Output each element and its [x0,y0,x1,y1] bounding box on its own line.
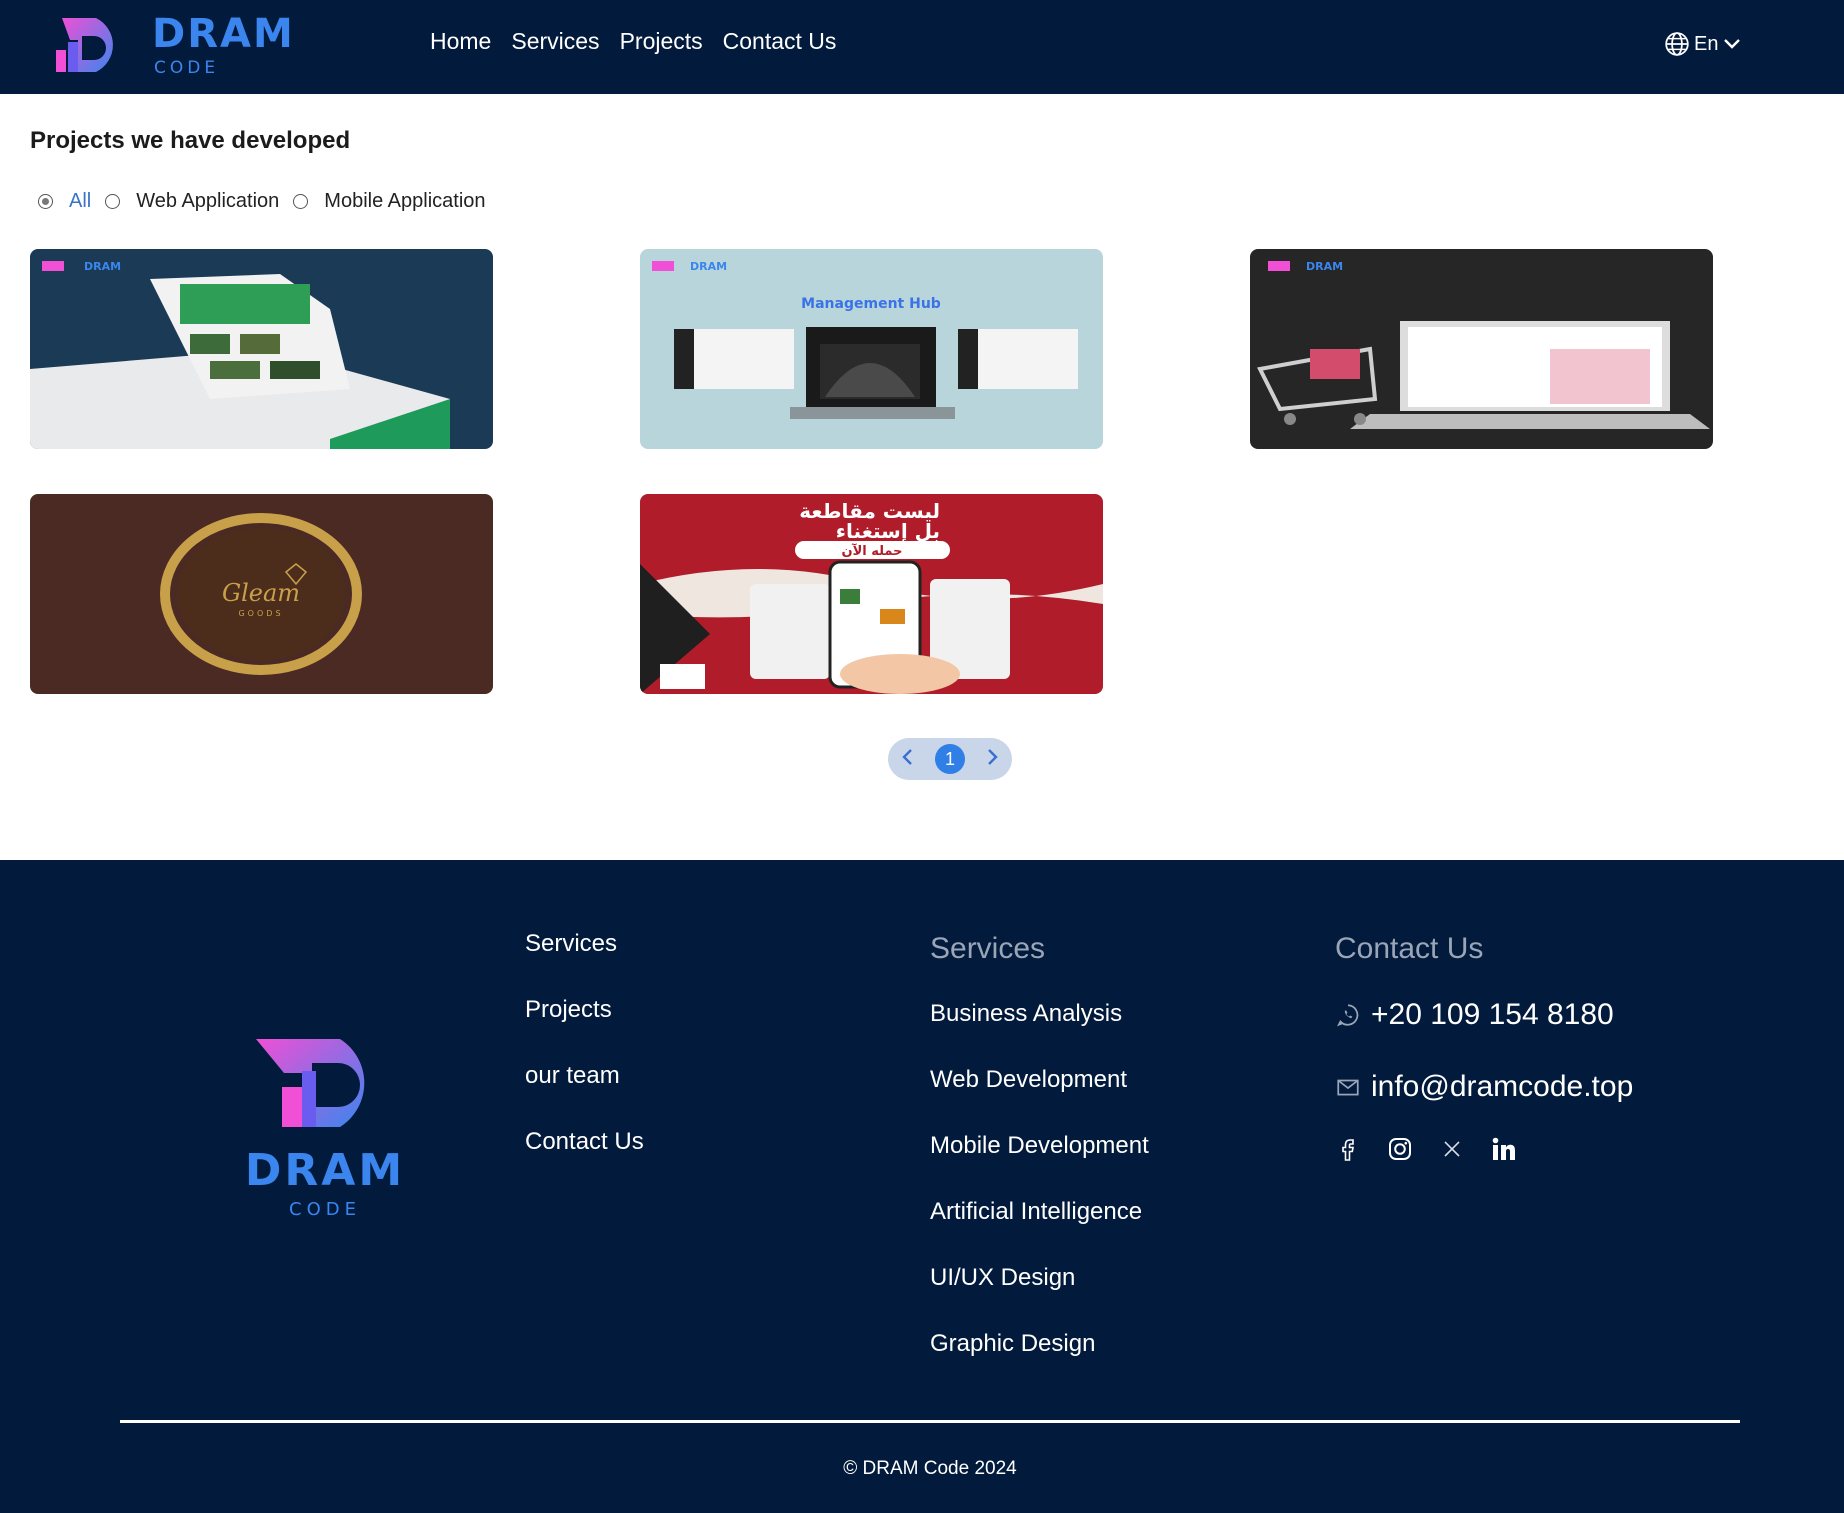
card2-banner-text: Management Hub [801,296,941,312]
filter-mobile-label: Mobile Application [324,190,486,212]
card4-logo-subtext: GOODS [238,609,283,618]
footer-contact: Contact Us +20 109 154 8180 info@dramcod… [1335,932,1633,1162]
service-mobile-development[interactable]: Mobile Development [930,1132,1149,1160]
contact-phone[interactable]: +20 109 154 8180 [1335,998,1633,1032]
footer-link-projects[interactable]: Projects [525,996,644,1024]
social-links [1335,1136,1633,1162]
filter-web-application[interactable]: Web Application [105,190,279,213]
chevron-right-icon[interactable] [984,747,1000,771]
footer-contact-heading: Contact Us [1335,932,1484,965]
service-ui-ux-design[interactable]: UI/UX Design [930,1264,1149,1292]
nav-projects[interactable]: Projects [620,28,703,55]
dramcode-logo-mark [56,18,113,72]
card3-banner-text: DRAM [1306,260,1343,273]
pagination: 1 [888,738,1012,780]
card5-headline-2: بل إستغناء [836,519,940,543]
project-image-football: DRAM [30,249,493,449]
page-title: Projects we have developed [30,127,351,154]
service-web-development[interactable]: Web Development [930,1066,1149,1094]
filter-web-label: Web Application [136,190,280,212]
card5-download-label: حمله الآن [841,543,902,559]
nav-services[interactable]: Services [511,28,599,55]
whatsapp-icon [1336,1004,1359,1027]
filter-all-label: All [69,190,92,212]
nav-contact-us[interactable]: Contact Us [723,28,837,55]
footer-services: Services Business Analysis Web Developme… [930,932,1149,1396]
project-card-football[interactable]: DRAM [30,249,493,449]
contact-email-value: info@dramcode.top [1371,1070,1634,1103]
project-card-ecommerce[interactable]: DRAM [1250,249,1713,449]
service-business-analysis[interactable]: Business Analysis [930,1000,1149,1028]
x-icon[interactable] [1439,1136,1465,1162]
card1-banner-text: DRAM [84,260,121,273]
filter-all-radio[interactable] [38,194,53,209]
page-number-button[interactable]: 1 [935,744,965,774]
footer-link-our-team[interactable]: our team [525,1062,644,1090]
filter-mobile-radio[interactable] [293,194,309,209]
filter-all[interactable]: All [38,190,91,213]
chevron-left-icon[interactable] [900,747,916,771]
nav-home[interactable]: Home [430,28,491,55]
contact-phone-value: +20 109 154 8180 [1371,998,1614,1031]
project-card-gleam-goods[interactable]: Gleam GOODS [30,494,493,694]
contact-email[interactable]: info@dramcode.top [1335,1070,1633,1104]
footer: DRAM CODE Services Projects our team Con… [0,860,1844,1513]
project-image-gleam-goods: Gleam GOODS [30,494,493,694]
card4-logo-text: Gleam [222,579,300,607]
footer-logo-sub: CODE [289,1199,361,1220]
instagram-icon[interactable] [1387,1136,1413,1162]
project-image-mobile-app: ليست مقاطعة بل إستغناء حمله الآن [640,494,1103,694]
filter-web-radio[interactable] [105,194,121,209]
project-image-management-hub: DRAM Management Hub [640,249,1103,449]
footer-services-heading: Services [930,932,1046,965]
project-filters: All Web Application Mobile Application [38,190,500,213]
service-artificial-intelligence[interactable]: Artificial Intelligence [930,1198,1149,1226]
mail-icon [1337,1079,1359,1096]
language-label: En [1694,32,1719,55]
navbar: DRAM CODE Home Services Projects Contact… [0,0,1844,94]
filter-mobile-application[interactable]: Mobile Application [293,190,486,213]
footer-links: Services Projects our team Contact Us [525,930,644,1194]
footer-link-contact-us[interactable]: Contact Us [525,1128,644,1156]
linkedin-icon[interactable] [1491,1136,1517,1162]
project-card-mobile-app[interactable]: ليست مقاطعة بل إستغناء حمله الآن [640,494,1103,694]
footer-logo[interactable]: DRAM CODE [240,1035,410,1235]
copyright: © DRAM Code 2024 [843,1458,1017,1479]
facebook-icon[interactable] [1335,1136,1361,1162]
dramcode-logo[interactable]: DRAM CODE [52,14,312,80]
footer-logo-mark [256,1039,365,1127]
svg-text:DRAM: DRAM [690,260,727,273]
globe-icon [1665,32,1689,56]
service-graphic-design[interactable]: Graphic Design [930,1330,1149,1358]
main-nav: Home Services Projects Contact Us [430,28,836,55]
logo-brand-text: DRAM [152,11,295,57]
language-selector[interactable]: En [1664,31,1742,57]
project-image-ecommerce: DRAM [1250,249,1713,449]
footer-divider [120,1420,1740,1423]
project-card-management-hub[interactable]: DRAM Management Hub [640,249,1103,449]
footer-link-services[interactable]: Services [525,930,644,958]
logo-sub-text: CODE [154,58,220,78]
footer-logo-brand: DRAM [244,1145,406,1196]
chevron-down-icon [1724,39,1741,49]
